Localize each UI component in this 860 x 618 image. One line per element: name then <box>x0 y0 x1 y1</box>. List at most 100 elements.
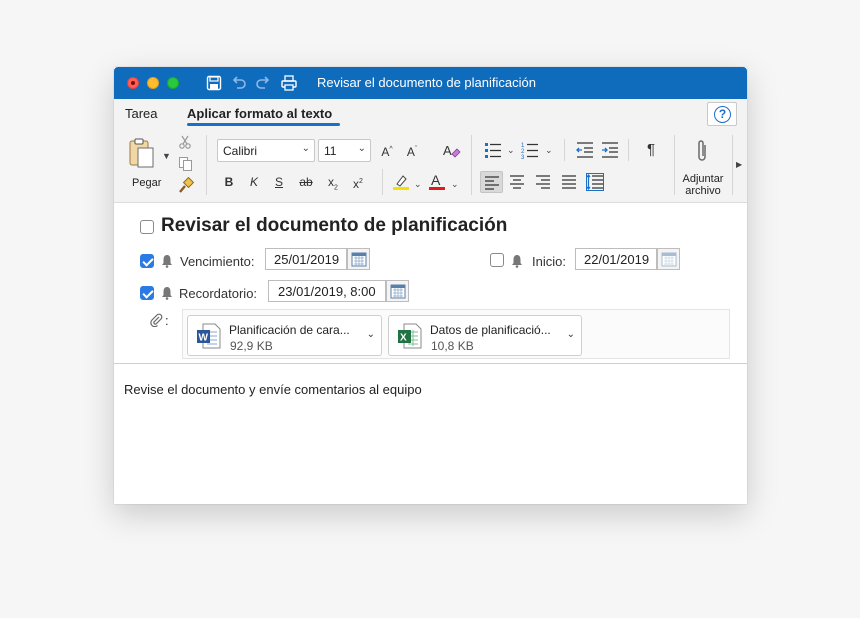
attachment-name: Planificación de cara... <box>229 323 350 337</box>
attachment-excel[interactable]: X Datos de planificació... 10,8 KB ⌄ <box>388 315 582 356</box>
task-notes-editor[interactable]: Revise el documento y envíe comentarios … <box>114 363 747 504</box>
bold-button[interactable]: B <box>220 172 238 192</box>
word-file-icon: W <box>197 323 221 349</box>
bullets-dropdown-icon[interactable]: ⌄ <box>507 145 515 156</box>
superscript-button[interactable]: x2 <box>349 172 367 194</box>
attach-file-label-2[interactable]: archivo <box>680 185 726 197</box>
paperclip-icon[interactable] <box>694 138 710 164</box>
maximize-window-button[interactable] <box>167 77 179 89</box>
chevron-down-icon[interactable]: ⌄ <box>567 329 575 340</box>
font-size-value: 11 <box>324 144 337 158</box>
ribbon-separator <box>564 139 565 161</box>
clear-formatting-icon[interactable]: A <box>442 141 462 161</box>
due-date-field[interactable]: 25/01/2019 <box>265 248 347 270</box>
increase-indent-icon[interactable] <box>601 141 619 159</box>
due-date-checkbox[interactable] <box>140 254 154 268</box>
bell-icon <box>162 255 172 268</box>
start-date-value: 22/01/2019 <box>584 252 650 267</box>
minimize-window-button[interactable] <box>147 77 159 89</box>
numbering-icon[interactable]: 1 2 3 <box>521 141 539 159</box>
grow-font-icon[interactable]: A^ <box>377 140 397 162</box>
attachment-size: 10,8 KB <box>431 339 474 353</box>
reminder-field[interactable]: 23/01/2019, 8:00 <box>268 280 386 302</box>
attachment-size: 92,9 KB <box>230 339 273 353</box>
attachment-name: Datos de planificació... <box>430 323 551 337</box>
due-date-calendar-button[interactable] <box>347 248 370 270</box>
chevron-down-icon: ⌄ <box>301 143 310 154</box>
start-date-calendar-button[interactable] <box>657 248 680 270</box>
ribbon-toolbar: ▼ Pegar Calibri ⌄ 11 ⌄ A^ Aˇ A B K S ab … <box>114 129 747 203</box>
ribbon-separator <box>674 135 675 195</box>
start-date-checkbox[interactable] <box>490 253 504 267</box>
bullets-icon[interactable] <box>484 141 502 159</box>
svg-text:X: X <box>400 333 407 344</box>
task-notes-text[interactable]: Revise el documento y envíe comentarios … <box>124 382 422 397</box>
numbering-dropdown-icon[interactable]: ⌄ <box>545 145 553 156</box>
cut-icon[interactable] <box>178 135 192 149</box>
ribbon-separator <box>471 135 472 195</box>
calendar-icon <box>351 252 367 267</box>
task-title[interactable]: Revisar el documento de planificación <box>161 215 507 237</box>
task-window: Revisar el documento de planificación Ta… <box>114 67 747 504</box>
justify-icon[interactable] <box>561 174 577 190</box>
reminder-calendar-button[interactable] <box>386 280 409 302</box>
ribbon-separator <box>628 139 629 161</box>
print-icon[interactable] <box>280 74 298 92</box>
align-right-icon[interactable] <box>535 174 551 190</box>
reminder-checkbox[interactable] <box>140 286 154 300</box>
decrease-indent-icon[interactable] <box>576 141 594 159</box>
due-date-value: 25/01/2019 <box>274 252 340 267</box>
attachment-word[interactable]: W Planificación de cara... 92,9 KB ⌄ <box>187 315 382 356</box>
ribbon-tabs: Tarea Aplicar formato al texto ? <box>114 99 747 129</box>
font-name-select[interactable]: Calibri ⌄ <box>217 139 315 162</box>
paste-dropdown-icon[interactable]: ▼ <box>162 151 171 161</box>
tab-format-text[interactable]: Aplicar formato al texto <box>187 106 332 121</box>
font-color-icon[interactable]: A <box>428 172 446 192</box>
copy-icon[interactable] <box>178 156 194 172</box>
font-size-select[interactable]: 11 ⌄ <box>318 139 371 162</box>
help-icon: ? <box>714 106 731 123</box>
calendar-icon <box>661 252 677 267</box>
line-spacing-icon[interactable] <box>586 173 604 191</box>
tab-tarea[interactable]: Tarea <box>125 106 158 121</box>
bell-icon <box>162 287 172 300</box>
active-tab-indicator <box>187 123 340 126</box>
start-date-label: Inicio: <box>532 254 566 269</box>
redo-icon[interactable] <box>254 74 272 92</box>
reminder-label: Recordatorio: <box>179 286 258 301</box>
task-complete-checkbox[interactable] <box>140 220 154 234</box>
bell-icon <box>512 255 522 268</box>
shrink-font-icon[interactable]: Aˇ <box>402 140 422 162</box>
svg-text:A: A <box>443 143 452 158</box>
attach-file-label-1[interactable]: Adjuntar <box>680 173 726 185</box>
attachments-area: W Planificación de cara... 92,9 KB ⌄ X D… <box>182 309 730 359</box>
ribbon-separator <box>382 169 383 195</box>
underline-button[interactable]: S <box>270 172 288 192</box>
chevron-down-icon: ⌄ <box>357 143 366 154</box>
paragraph-mark-icon[interactable]: ¶ <box>642 140 660 160</box>
paste-icon[interactable] <box>128 137 156 169</box>
help-button[interactable]: ? <box>707 102 737 126</box>
format-painter-icon[interactable] <box>177 177 194 194</box>
undo-icon[interactable] <box>230 74 248 92</box>
highlight-icon[interactable] <box>392 173 410 191</box>
save-icon[interactable] <box>205 74 223 92</box>
align-left-button[interactable] <box>480 171 503 193</box>
start-date-field[interactable]: 22/01/2019 <box>575 248 657 270</box>
due-date-label: Vencimiento: <box>180 254 255 269</box>
font-name-value: Calibri <box>223 144 258 158</box>
excel-file-icon: X <box>398 323 422 349</box>
calendar-icon <box>390 284 406 299</box>
ribbon-more-icon[interactable]: ▶ <box>736 160 742 169</box>
strikethrough-button[interactable]: ab <box>295 172 317 192</box>
chevron-down-icon[interactable]: ⌄ <box>367 329 375 340</box>
italic-button[interactable]: K <box>245 172 263 192</box>
font-color-dropdown-icon[interactable]: ⌄ <box>451 179 459 190</box>
paste-label[interactable]: Pegar <box>132 177 161 189</box>
ribbon-separator <box>732 135 733 195</box>
close-window-button[interactable] <box>127 77 139 89</box>
paperclip-icon <box>150 313 163 327</box>
subscript-button[interactable]: x2 <box>324 172 342 198</box>
highlight-dropdown-icon[interactable]: ⌄ <box>414 179 422 190</box>
align-center-icon[interactable] <box>509 174 525 190</box>
